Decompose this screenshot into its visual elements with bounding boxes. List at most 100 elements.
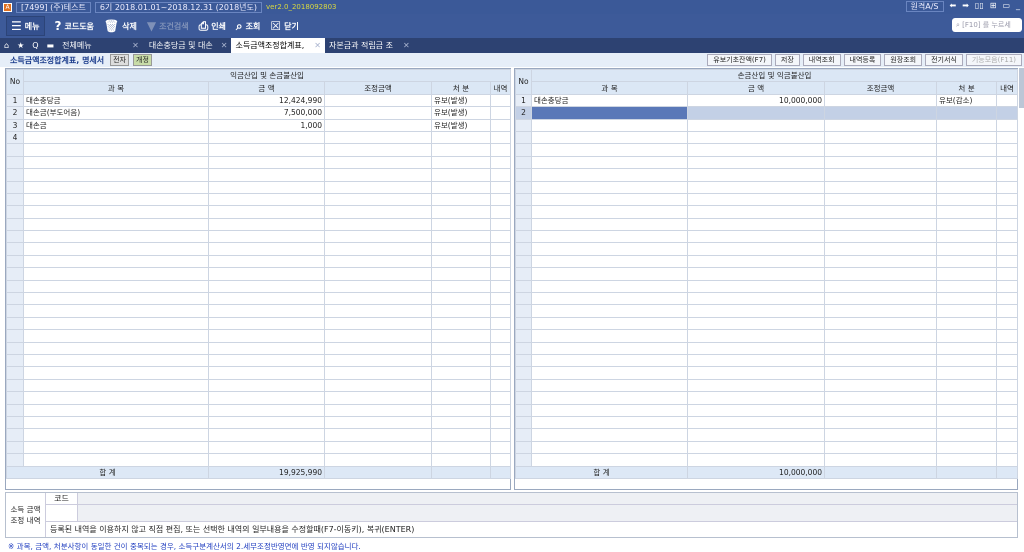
cell[interactable] [324,254,432,269]
cell[interactable] [489,217,512,232]
view-button[interactable]: ⌕ 조회 [236,19,260,34]
cell[interactable] [687,155,825,170]
cell[interactable] [995,428,1019,442]
cell[interactable] [208,329,325,343]
cell[interactable] [324,366,432,380]
cell[interactable] [824,366,937,380]
cell[interactable] [489,130,512,145]
cell[interactable] [431,329,491,343]
table-row[interactable] [6,192,512,207]
cell[interactable] [431,304,491,318]
cell[interactable] [687,130,825,145]
cell[interactable] [687,453,825,467]
cell[interactable] [489,292,512,306]
cell[interactable] [824,329,937,343]
cell[interactable] [531,279,688,294]
table-row[interactable] [6,230,512,244]
close-icon[interactable]: ✕ [132,38,139,53]
cell[interactable] [23,267,209,281]
cell[interactable] [687,217,825,232]
table-row[interactable] [515,304,1019,318]
cell[interactable] [489,155,512,170]
action-button[interactable]: 전기서식 [925,54,963,66]
table-row[interactable] [515,130,1019,145]
table-row[interactable] [6,205,512,219]
table-row[interactable] [6,316,512,331]
cell[interactable] [936,403,997,417]
table-row[interactable] [515,353,1019,368]
cell[interactable] [936,304,997,318]
cell[interactable] [824,378,937,393]
close-button[interactable]: ☒ 닫기 [270,19,299,33]
search-icon[interactable]: Q [28,38,42,53]
table-row[interactable] [515,143,1019,157]
action-button[interactable]: 내역조회 [802,54,841,66]
cell[interactable] [324,192,432,207]
right-grid[interactable]: No 손금산입 및 익금불산입 과 목금 액 조정금액 처 분 내역 1 대손충당금 10,00… [514,68,1019,490]
tab-capital[interactable]: 자본금과 적립금 조 ✕ [325,38,414,53]
cell[interactable]: 대손충당금 [23,93,209,108]
cell[interactable] [995,180,1019,194]
cell[interactable] [687,403,825,417]
cell[interactable] [995,230,1019,244]
cell[interactable] [208,254,325,269]
cell[interactable] [324,168,432,182]
cell[interactable] [824,415,937,430]
electronic-tag[interactable]: 전자 [110,54,130,66]
cell[interactable] [23,205,209,219]
cell[interactable] [431,428,491,442]
table-row[interactable]: 3 대손금 1,000 유보(발생) [6,118,512,132]
cell[interactable] [687,292,825,306]
cell[interactable] [489,93,512,108]
cell[interactable] [531,378,688,393]
cell[interactable] [23,378,209,393]
cell[interactable] [687,279,825,294]
table-row[interactable] [6,143,512,157]
cell[interactable]: 대손금(부도어음) [23,106,209,120]
table-row[interactable] [6,341,512,356]
cell[interactable] [489,316,512,331]
table-row[interactable] [6,391,512,405]
cell[interactable] [687,254,825,269]
table-row[interactable] [6,180,512,194]
cell[interactable] [531,267,688,281]
table-row[interactable] [515,391,1019,405]
cell[interactable] [324,304,432,318]
cell[interactable] [995,254,1019,269]
cell[interactable] [489,304,512,318]
cell[interactable] [936,242,997,256]
window-icon[interactable]: ▭ [1002,1,1010,12]
cell[interactable]: 10,000,000 [687,93,825,108]
cell[interactable] [687,353,825,368]
cell[interactable]: 유보(발생) [431,106,491,120]
cell[interactable] [824,118,937,132]
cell[interactable] [531,106,688,120]
cell[interactable]: 유보(감소) [936,93,997,108]
cell[interactable] [936,155,997,170]
cell[interactable] [23,254,209,269]
cell[interactable] [489,192,512,207]
table-row[interactable] [515,403,1019,417]
cell[interactable] [687,341,825,356]
cell[interactable] [324,391,432,405]
cell[interactable] [687,230,825,244]
star-icon[interactable]: ★ [13,38,28,53]
table-row[interactable] [515,230,1019,244]
cell[interactable] [23,242,209,256]
cell[interactable] [531,230,688,244]
cell[interactable] [23,192,209,207]
table-row[interactable] [515,254,1019,269]
table-row[interactable] [6,254,512,269]
cell[interactable] [208,130,325,145]
cell[interactable] [936,366,997,380]
close-icon[interactable]: ✕ [403,38,410,53]
cell[interactable] [208,168,325,182]
cell[interactable] [324,453,432,467]
cell[interactable] [995,304,1019,318]
cell[interactable] [324,230,432,244]
cell[interactable] [995,403,1019,417]
cell[interactable] [208,353,325,368]
cell[interactable] [431,180,491,194]
table-row[interactable] [515,180,1019,194]
cell[interactable] [531,329,688,343]
